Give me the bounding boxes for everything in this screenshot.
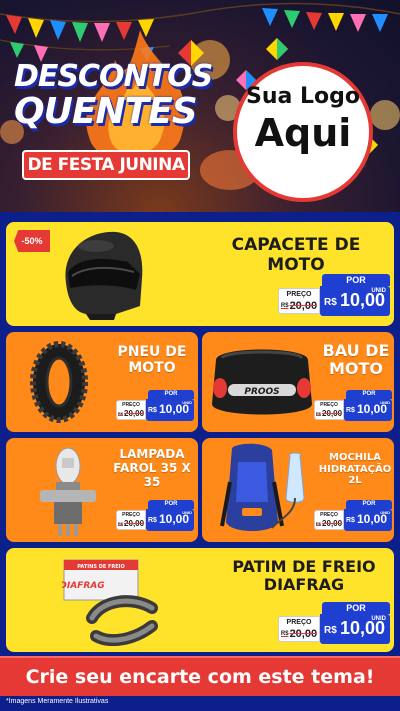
logo-text-line1: Sua Logo bbox=[245, 84, 360, 109]
old-price: R$20,00 bbox=[315, 409, 343, 418]
unit-label: UNID bbox=[371, 288, 386, 294]
svg-text:PATINS DE FREIO: PATINS DE FREIO bbox=[77, 564, 125, 570]
por-label: POR bbox=[322, 274, 390, 286]
old-price: R$20,00 bbox=[280, 628, 318, 640]
old-price: R$20,00 bbox=[117, 519, 145, 528]
motorcycle-trunk-image: PROOS bbox=[212, 349, 312, 415]
unit-label: UNID bbox=[182, 400, 192, 405]
new-price-box: R$ 10,00 UNID bbox=[344, 509, 392, 531]
disclaimer-text: *Imagens Meramente Ilustrativas bbox=[6, 698, 109, 705]
por-label: POR bbox=[346, 500, 392, 509]
old-price-label: PREÇO bbox=[122, 512, 140, 518]
old-price-label: PREÇO bbox=[320, 512, 338, 518]
currency: R$ bbox=[346, 517, 355, 524]
product-name: BAU DE MOTO bbox=[322, 341, 390, 379]
new-price-box: R$ 10,00 UNID bbox=[320, 286, 390, 316]
promo-subtitle: DE FESTA JUNINA bbox=[22, 150, 190, 180]
price-tag: POR PREÇO R$20,00 R$ 10,00 UNID bbox=[278, 274, 390, 318]
currency: R$ bbox=[148, 517, 157, 524]
tire-image bbox=[30, 341, 88, 423]
brake-shoe-image: PATINS DE FREIO DIAFRAG bbox=[62, 559, 158, 646]
unit-label: UNID bbox=[380, 510, 390, 515]
currency: R$ bbox=[324, 625, 337, 636]
old-price-label: PREÇO bbox=[122, 402, 140, 408]
product-name: CAPACETE DE MOTO bbox=[231, 235, 361, 275]
product-card-patim[interactable]: PATINS DE FREIO DIAFRAG PATIM DE FREIO D… bbox=[6, 548, 394, 652]
new-price-box: R$ 10,00 UNID bbox=[146, 399, 194, 421]
currency: R$ bbox=[148, 407, 157, 414]
old-price-box: PREÇO R$20,00 bbox=[278, 288, 320, 314]
balloon-icon bbox=[178, 40, 204, 74]
old-price: R$20,00 bbox=[117, 409, 145, 418]
product-card-pneu[interactable]: PNEU DE MOTO POR PREÇO R$20,00 R$ 10,00 … bbox=[6, 332, 198, 432]
price-tag: POR PREÇO R$20,00 R$ 10,00 UNID bbox=[314, 500, 392, 532]
unit-label: UNID bbox=[182, 510, 192, 515]
old-price-label: PREÇO bbox=[320, 402, 338, 408]
unit-label: UNID bbox=[371, 616, 386, 622]
product-name: MOCHILA HIDRATAÇÃO 2L bbox=[318, 452, 392, 486]
currency: R$ bbox=[324, 297, 337, 308]
bokeh-light bbox=[370, 100, 400, 130]
create-flyer-button[interactable]: Crie seu encarte com este tema! bbox=[0, 656, 400, 696]
product-card-bau[interactable]: PROOS BAU DE MOTO POR PREÇO R$20,00 R$ 1… bbox=[202, 332, 394, 432]
product-name: PATIM DE FREIO DIAFRAG bbox=[232, 557, 376, 595]
product-card-capacete[interactable]: -50% CAPACETE DE MOTO POR PREÇO R$20,00 … bbox=[6, 222, 394, 326]
old-price-box: PREÇO R$20,00 bbox=[314, 510, 344, 530]
old-price-box: PREÇO R$20,00 bbox=[278, 616, 320, 642]
product-name: LAMPADA FAROL 35 X 35 bbox=[113, 447, 191, 489]
old-price-box: PREÇO R$20,00 bbox=[116, 510, 146, 530]
new-price-box: R$ 10,00 UNID bbox=[344, 399, 392, 421]
discount-badge: -50% bbox=[14, 230, 50, 252]
promo-title: DESCONTOS QUENTES bbox=[14, 59, 213, 132]
logo-text-line2: Aqui bbox=[254, 111, 352, 155]
por-label: POR bbox=[346, 390, 392, 399]
old-price: R$20,00 bbox=[280, 300, 318, 312]
festa-junina-header: DESCONTOS QUENTES DE FESTA JUNINA Sua Lo… bbox=[0, 0, 400, 212]
svg-text:DIAFRAG: DIAFRAG bbox=[62, 581, 105, 591]
product-name: PNEU DE MOTO bbox=[117, 344, 187, 377]
price-tag: POR PREÇO R$20,00 R$ 10,00 UNID bbox=[116, 390, 194, 422]
headlight-bulb-image bbox=[40, 447, 96, 536]
por-label: POR bbox=[148, 500, 194, 509]
new-price-box: R$ 10,00 UNID bbox=[320, 614, 390, 644]
product-card-mochila[interactable]: MOCHILA HIDRATAÇÃO 2L POR PREÇO R$20,00 … bbox=[202, 438, 394, 542]
svg-text:PROOS: PROOS bbox=[244, 387, 279, 397]
promo-title-line1: DESCONTOS bbox=[14, 59, 213, 94]
logo-placeholder[interactable]: Sua Logo Aqui bbox=[233, 62, 373, 202]
hydration-backpack-image bbox=[220, 443, 305, 531]
old-price-label: PREÇO bbox=[286, 619, 312, 626]
por-label: POR bbox=[148, 390, 194, 399]
unit-label: UNID bbox=[380, 400, 390, 405]
promo-title-line2: QUENTES bbox=[14, 91, 198, 132]
balloon-icon bbox=[266, 38, 288, 60]
old-price-box: PREÇO R$20,00 bbox=[116, 400, 146, 420]
currency: R$ bbox=[346, 407, 355, 414]
por-label: POR bbox=[322, 602, 390, 614]
price-tag: POR PREÇO R$20,00 R$ 10,00 UNID bbox=[278, 602, 390, 646]
price-tag: POR PREÇO R$20,00 R$ 10,00 UNID bbox=[116, 500, 194, 532]
old-price-label: PREÇO bbox=[286, 291, 312, 298]
new-price-box: R$ 10,00 UNID bbox=[146, 509, 194, 531]
price-tag: POR PREÇO R$20,00 R$ 10,00 UNID bbox=[314, 390, 392, 422]
helmet-image bbox=[65, 231, 143, 320]
product-card-lampada[interactable]: LAMPADA FAROL 35 X 35 POR PREÇO R$20,00 … bbox=[6, 438, 198, 542]
old-price: R$20,00 bbox=[315, 519, 343, 528]
old-price-box: PREÇO R$20,00 bbox=[314, 400, 344, 420]
